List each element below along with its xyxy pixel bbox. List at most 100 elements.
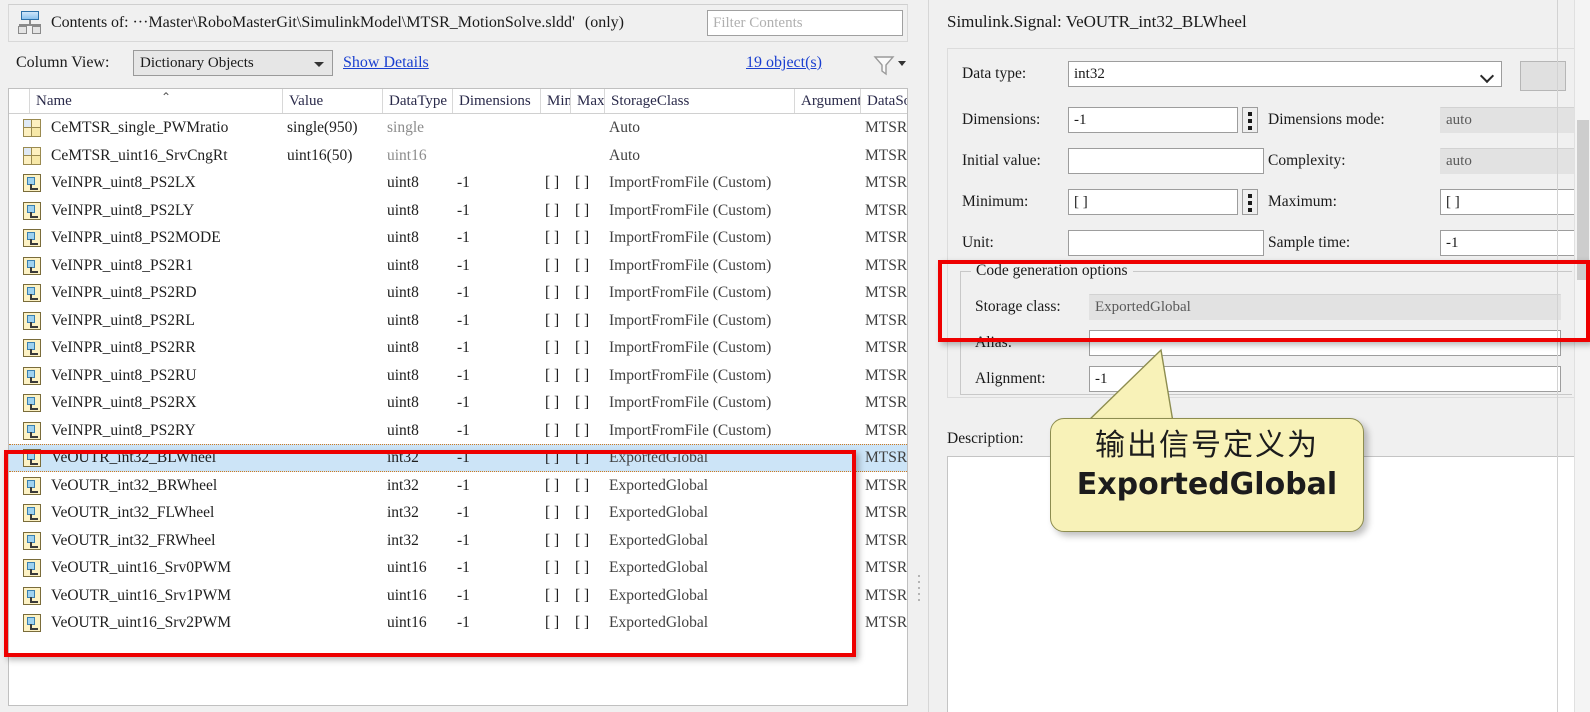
- complexity-label: Complexity:: [1268, 152, 1346, 169]
- panel-splitter[interactable]: [913, 0, 927, 712]
- cell-max: [ ]: [575, 449, 590, 466]
- data-type-value: int32: [1074, 66, 1105, 82]
- table-row[interactable]: VeINPR_uint8_PS2RL uint8 -1 [ ] [ ] ImportFro…: [9, 307, 907, 335]
- data-type-combobox[interactable]: int32: [1068, 61, 1502, 87]
- initial-value-input[interactable]: [1068, 148, 1264, 174]
- cell-min: [ ]: [545, 559, 560, 576]
- column-header-argument[interactable]: Argument: [795, 89, 861, 113]
- cell-datasource: MTSR_Mo: [865, 531, 907, 549]
- maximum-value: [ ]: [1446, 194, 1460, 210]
- table-row[interactable]: VeINPR_uint8_PS2RU uint8 -1 [ ] [ ] ImportFro…: [9, 362, 907, 390]
- cell-name: VeOUTR_uint16_Srv2PWM: [51, 614, 231, 631]
- cell-datatype: int32: [387, 531, 419, 549]
- cell-name: VeOUTR_int32_BLWheel: [51, 449, 217, 466]
- filter-contents-input[interactable]: [707, 10, 903, 36]
- column-header-datasource[interactable]: DataSource: [861, 89, 907, 113]
- contents-scope-text: (only): [584, 14, 625, 31]
- cell-max: [ ]: [575, 504, 590, 521]
- show-details-link[interactable]: Show Details: [343, 54, 429, 72]
- cell-name: VeOUTR_int32_FLWheel: [51, 504, 215, 521]
- cell-datasource: MTSR_Mo: [865, 284, 907, 301]
- signal-icon: [23, 449, 41, 467]
- table-row[interactable]: VeINPR_uint8_PS2RY uint8 -1 [ ] [ ] ImportFro…: [9, 417, 907, 445]
- column-header-name[interactable]: Name: [29, 89, 283, 113]
- cell-min: [ ]: [545, 256, 560, 274]
- filter-dropdown-button[interactable]: [870, 50, 910, 78]
- model-explorer-contents-panel: Contents of: ···Master\RoboMasterGit\Sim…: [0, 0, 913, 712]
- column-header-label: StorageClass: [611, 93, 690, 109]
- parameter-grid-icon: [23, 146, 41, 165]
- cell-dimensions: -1: [457, 229, 470, 246]
- column-view-label: Column View:: [16, 54, 110, 71]
- column-header-max[interactable]: Max: [571, 89, 605, 113]
- signal-icon: [23, 284, 41, 302]
- app-window: Contents of: ···Master\RoboMasterGit\Sim…: [0, 0, 1590, 712]
- signal-properties-group: Data type: int32 Dimensions: -1 Dimensio…: [947, 48, 1590, 398]
- table-row[interactable]: VeOUTR_int32_BLWheel int32 -1 [ ] [ ] Exporte…: [9, 444, 907, 472]
- table-row[interactable]: VeOUTR_int32_FRWheel int32 -1 [ ] [ ] Exporte…: [9, 527, 907, 555]
- table-row[interactable]: VeINPR_uint8_PS2LX uint8 -1 [ ] [ ] ImportFro…: [9, 169, 907, 197]
- data-type-label: Data type:: [962, 65, 1027, 82]
- table-row[interactable]: VeOUTR_int32_BRWheel int32 -1 [ ] [ ] Exporte…: [9, 472, 907, 500]
- cell-min: [ ]: [545, 339, 560, 356]
- cell-storage: ImportFromFile (Custom): [609, 421, 772, 439]
- cell-name: CeMTSR_single_PWMratio: [51, 119, 229, 136]
- table-row[interactable]: CeMTSR_uint16_SrvCngRt uint16(50) uint16 Au…: [9, 142, 907, 170]
- data-type-show-button[interactable]: [1520, 61, 1566, 91]
- table-row[interactable]: VeINPR_uint8_PS2LY uint8 -1 [ ] [ ] ImportFro…: [9, 197, 907, 225]
- cell-datasource: MTSR_Mo: [865, 146, 907, 164]
- table-row[interactable]: CeMTSR_single_PWMratio single(950) single A…: [9, 114, 907, 142]
- unit-input[interactable]: [1068, 230, 1264, 256]
- column-view-dropdown[interactable]: Dictionary Objects: [133, 50, 333, 76]
- column-header-storage[interactable]: StorageClass: [605, 89, 795, 113]
- cell-min: [ ]: [545, 394, 560, 411]
- minimum-spinner[interactable]: [1242, 189, 1258, 215]
- maximum-input[interactable]: [ ]: [1440, 189, 1590, 215]
- table-row[interactable]: VeOUTR_uint16_Srv2PWM uint16 -1 [ ] [ ] Expor…: [9, 609, 907, 637]
- table-row[interactable]: VeINPR_uint8_PS2RX uint8 -1 [ ] [ ] ImportFro…: [9, 389, 907, 417]
- column-header-label: Value: [289, 93, 324, 109]
- alias-label: Alias:: [975, 334, 1013, 351]
- signal-icon: [23, 311, 41, 330]
- table-body[interactable]: CeMTSR_single_PWMratio single(950) single A…: [9, 114, 907, 704]
- right-panel-scrollbar[interactable]: [1574, 0, 1590, 712]
- signal-icon: [23, 614, 41, 632]
- cell-min: [ ]: [545, 201, 560, 219]
- table-row[interactable]: VeOUTR_int32_FLWheel int32 -1 [ ] [ ] Exporte…: [9, 499, 907, 527]
- minimum-label: Minimum:: [962, 193, 1029, 210]
- cell-datatype: int32: [387, 504, 419, 521]
- table-row[interactable]: VeOUTR_uint16_Srv1PWM uint16 -1 [ ] [ ] Expor…: [9, 582, 907, 610]
- table-row[interactable]: VeINPR_uint8_PS2MODE uint8 -1 [ ] [ ] ImportF…: [9, 224, 907, 252]
- cell-name: CeMTSR_uint16_SrvCngRt: [51, 146, 228, 164]
- table-row[interactable]: VeINPR_uint8_PS2R1 uint8 -1 [ ] [ ] ImportFro…: [9, 252, 907, 280]
- storage-class-field[interactable]: ExportedGlobal: [1089, 294, 1561, 320]
- scrollbar-thumb[interactable]: [1577, 120, 1589, 280]
- cell-datatype: uint8: [387, 256, 419, 274]
- callout-tail: [1085, 348, 1174, 423]
- minimum-input[interactable]: [ ]: [1068, 189, 1238, 215]
- cell-dimensions: -1: [457, 449, 470, 466]
- cell-datatype: int32: [387, 449, 419, 466]
- dimensions-input[interactable]: -1: [1068, 107, 1238, 133]
- column-header-value[interactable]: Value: [283, 89, 383, 113]
- column-header-dimensions[interactable]: Dimensions: [453, 89, 541, 113]
- table-row[interactable]: VeINPR_uint8_PS2RD uint8 -1 [ ] [ ] ImportFro…: [9, 279, 907, 307]
- cell-min: [ ]: [545, 614, 560, 631]
- table-row[interactable]: VeINPR_uint8_PS2RR uint8 -1 [ ] [ ] ImportFro…: [9, 334, 907, 362]
- sample-time-input[interactable]: -1: [1440, 230, 1590, 256]
- dictionary-objects-table[interactable]: Name ⌃ Value DataType Dimensions Min Max Storag…: [8, 88, 908, 706]
- column-header-min[interactable]: Min: [541, 89, 571, 113]
- cell-datasource: MTSR_Mo: [865, 256, 907, 274]
- table-header-row: Name ⌃ Value DataType Dimensions Min Max Storag…: [9, 89, 907, 114]
- cell-datatype: uint8: [387, 284, 419, 301]
- column-header-datatype[interactable]: DataType: [383, 89, 453, 113]
- table-row[interactable]: VeOUTR_uint16_Srv0PWM uint16 -1 [ ] [ ] Expor…: [9, 554, 907, 582]
- cell-max: [ ]: [575, 559, 590, 576]
- column-header-label: DataSource: [867, 93, 907, 109]
- dimensions-value: -1: [1074, 112, 1087, 128]
- unit-row: Unit: Sample time: -1: [948, 226, 1590, 266]
- object-count-link[interactable]: 19 object(s): [746, 54, 822, 72]
- signal-icon: [23, 201, 41, 220]
- dimensions-spinner[interactable]: [1242, 107, 1258, 133]
- cell-storage: ExportedGlobal: [609, 504, 709, 521]
